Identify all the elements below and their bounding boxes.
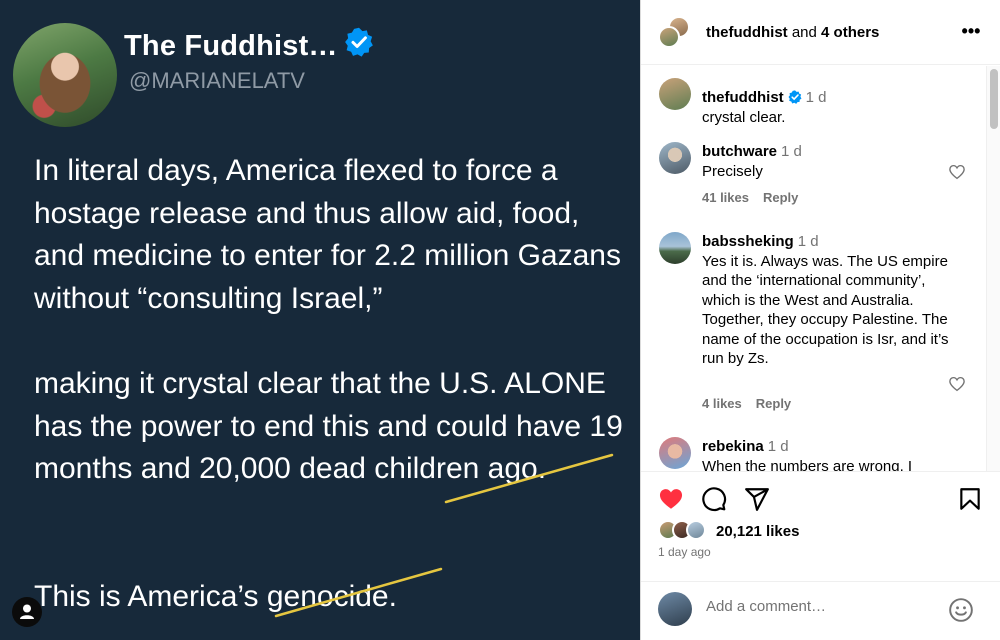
avatar[interactable] (659, 232, 691, 264)
verified-badge-icon (788, 90, 802, 104)
header-title[interactable]: thefuddhist and 4 others (706, 24, 879, 41)
scrollbar-thumb[interactable] (990, 69, 998, 129)
emoji-icon[interactable] (948, 597, 974, 623)
person-icon (20, 604, 34, 619)
comment-input[interactable] (706, 598, 936, 615)
comment-text: Yes it is. Always was. The US empire and… (702, 253, 949, 368)
header-others[interactable]: 4 others (821, 24, 879, 41)
reply-button[interactable]: Reply (763, 190, 798, 205)
comment-username[interactable]: thefuddhist (702, 89, 784, 106)
heart-filled-icon[interactable] (658, 486, 684, 512)
comment-username[interactable]: butchware (702, 143, 777, 160)
post-paragraph: In literal days, America flexed to force… (34, 154, 621, 316)
action-bar: 20,121 likes 1 day ago (641, 471, 1000, 581)
comment-time: 1 d (797, 233, 819, 250)
reply-button[interactable]: Reply (756, 396, 791, 411)
comment-text: Precisely (702, 163, 763, 180)
comment-username[interactable]: babssheking (702, 233, 794, 250)
bookmark-icon[interactable] (957, 486, 983, 512)
comment-text: When the numbers are wrong, I (702, 458, 913, 471)
more-options-icon[interactable]: ••• (959, 22, 983, 44)
avatar[interactable] (659, 437, 691, 469)
avatar[interactable] (659, 142, 691, 174)
verified-badge-icon (345, 27, 373, 57)
panel-header: thefuddhist and 4 others ••• (641, 0, 1000, 65)
comment-time: 1 d (767, 438, 789, 455)
author-name: The Fuddhist… (124, 30, 338, 62)
user-tag-button[interactable] (12, 597, 42, 627)
post-paragraph: This is America’s genocide. (34, 580, 397, 613)
post-image[interactable]: The Fuddhist… @MARIANELATV In literal da… (0, 0, 640, 640)
comment-username[interactable]: rebekina (702, 438, 764, 455)
share-icon[interactable] (744, 486, 770, 512)
comment-time: 1 d (781, 143, 802, 160)
likes-count[interactable]: 20,121 likes (716, 523, 799, 540)
author-handle: @MARIANELATV (129, 68, 305, 93)
header-username[interactable]: thefuddhist (706, 24, 788, 41)
post-timestamp[interactable]: 1 day ago (658, 545, 711, 559)
comment-time: 1 d (805, 89, 827, 106)
comment-composer (641, 581, 1000, 640)
author-avatar (13, 23, 117, 127)
avatar[interactable] (686, 520, 706, 540)
avatar (658, 592, 692, 626)
comment-panel: thefuddhist and 4 others ••• thefuddhist… (640, 0, 1000, 640)
avatar[interactable] (658, 26, 680, 48)
comment-likes[interactable]: 41 likes (702, 190, 749, 205)
comment-list: thefuddhist 1 d crystal clear. butchware 1… (641, 66, 986, 471)
comment-icon[interactable] (701, 486, 727, 512)
heart-outline-icon[interactable] (948, 163, 966, 181)
avatar[interactable] (659, 78, 691, 110)
heart-outline-icon[interactable] (948, 375, 966, 393)
comment-likes[interactable]: 4 likes (702, 396, 742, 411)
scrollbar[interactable] (986, 66, 1000, 471)
post-paragraph: making it crystal clear that the U.S. AL… (34, 367, 623, 486)
comment-text: crystal clear. (702, 109, 786, 126)
header-connector: and (787, 24, 822, 41)
